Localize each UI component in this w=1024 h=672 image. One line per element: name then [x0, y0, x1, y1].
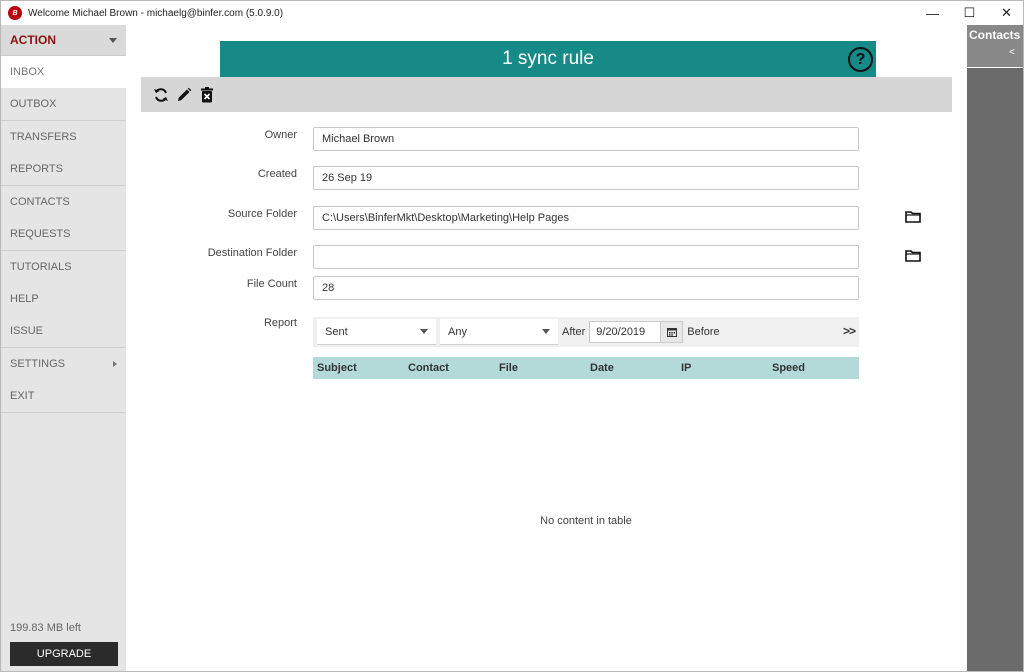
contacts-panel-title: Contacts — [969, 28, 1021, 42]
after-date-input[interactable]: 9/20/2019 — [589, 321, 684, 343]
chevron-right-icon — [113, 361, 117, 367]
sidebar: ACTION INBOX OUTBOX TRANSFERS REPORTS CO… — [1, 25, 126, 671]
owner-value: Michael Brown — [322, 133, 395, 145]
contacts-panel-header: Contacts < — [967, 25, 1023, 68]
file-count-label: File Count — [246, 278, 297, 290]
folder-icon[interactable] — [905, 210, 923, 224]
sidebar-item-settings[interactable]: SETTINGS — [1, 348, 126, 380]
after-date-value: 9/20/2019 — [596, 326, 646, 338]
storage-left-text: 199.83 MB left — [10, 622, 81, 634]
contacts-panel: Contacts < — [967, 25, 1023, 671]
main-content: 1 sync rule ? Owner Michael Brown Create… — [126, 25, 967, 671]
before-label: Before — [687, 326, 720, 338]
file-count-field[interactable]: 28 — [313, 276, 859, 300]
sidebar-item-tutorials[interactable]: TUTORIALS — [1, 251, 126, 283]
column-header-file[interactable]: File — [495, 362, 586, 374]
sidebar-item-issue[interactable]: ISSUE — [1, 315, 126, 347]
upgrade-button[interactable]: UPGRADE — [10, 642, 118, 666]
toolbar — [141, 77, 952, 112]
report-type-select[interactable]: Sent — [317, 319, 436, 345]
edit-icon[interactable] — [172, 85, 195, 105]
created-value: 26 Sep 19 — [322, 172, 373, 184]
column-header-ip[interactable]: IP — [677, 362, 768, 374]
sidebar-item-label: CONTACTS — [10, 196, 70, 208]
report-table-header: Subject Contact File Date IP Speed — [313, 357, 859, 379]
sidebar-item-requests[interactable]: REQUESTS — [1, 218, 126, 250]
destination-folder-field[interactable] — [313, 245, 859, 269]
binfer-app-icon: B — [8, 6, 22, 20]
sidebar-item-label: INBOX — [10, 66, 45, 78]
sidebar-item-outbox[interactable]: OUTBOX — [1, 88, 126, 120]
calendar-icon[interactable] — [660, 322, 683, 342]
help-icon[interactable]: ? — [848, 47, 873, 72]
delete-icon[interactable] — [195, 85, 218, 105]
report-label: Report — [263, 317, 297, 329]
sidebar-footer: 199.83 MB left UPGRADE — [1, 622, 126, 671]
report-filter-bar: Sent Any After 9/20/2019 Before >> — [313, 317, 859, 347]
report-type-value: Sent — [325, 325, 348, 338]
action-menu-label: ACTION — [10, 33, 56, 47]
sidebar-item-contacts[interactable]: CONTACTS — [1, 186, 126, 218]
title-bar: B Welcome Michael Brown - michaelg@binfe… — [1, 1, 1023, 25]
sidebar-item-reports[interactable]: REPORTS — [1, 153, 126, 185]
maximize-button[interactable]: ☐ — [951, 1, 988, 25]
minimize-button[interactable]: — — [914, 1, 951, 25]
sidebar-item-label: REPORTS — [10, 163, 63, 175]
owner-field[interactable]: Michael Brown — [313, 127, 859, 151]
source-folder-value: C:\Users\BinferMkt\Desktop\Marketing\Hel… — [322, 212, 569, 224]
source-folder-label: Source Folder — [227, 208, 297, 220]
column-header-date[interactable]: Date — [586, 362, 677, 374]
sidebar-item-label: TUTORIALS — [10, 261, 72, 273]
destination-folder-label: Destination Folder — [207, 247, 297, 259]
source-folder-field[interactable]: C:\Users\BinferMkt\Desktop\Marketing\Hel… — [313, 206, 859, 230]
window-controls: — ☐ ✕ — [914, 1, 1023, 25]
sidebar-item-label: HELP — [10, 293, 39, 305]
report-contact-value: Any — [448, 325, 467, 338]
collapse-panel-button[interactable]: < — [1009, 47, 1015, 58]
window-title: Welcome Michael Brown - michaelg@binfer.… — [28, 7, 284, 19]
file-count-value: 28 — [322, 282, 335, 294]
chevron-down-icon — [420, 329, 428, 334]
app-window: B Welcome Michael Brown - michaelg@binfe… — [0, 0, 1024, 672]
sidebar-item-label: EXIT — [10, 390, 35, 402]
sidebar-item-exit[interactable]: EXIT — [1, 380, 126, 412]
created-label: Created — [257, 168, 297, 180]
sync-icon[interactable] — [149, 85, 172, 105]
created-field[interactable]: 26 Sep 19 — [313, 166, 859, 190]
column-header-subject[interactable]: Subject — [313, 362, 404, 374]
after-label: After — [562, 326, 586, 338]
chevron-down-icon — [109, 37, 117, 43]
sync-rule-banner: 1 sync rule ? — [220, 41, 876, 77]
close-button[interactable]: ✕ — [988, 1, 1023, 25]
sidebar-item-inbox[interactable]: INBOX — [1, 56, 126, 88]
sidebar-divider — [1, 412, 126, 413]
column-header-speed[interactable]: Speed — [768, 362, 859, 374]
owner-label: Owner — [264, 129, 297, 141]
sidebar-item-help[interactable]: HELP — [1, 283, 126, 315]
sidebar-item-transfers[interactable]: TRANSFERS — [1, 121, 126, 153]
empty-table-message: No content in table — [540, 515, 632, 527]
chevron-down-icon — [542, 329, 550, 334]
sidebar-item-label: OUTBOX — [10, 98, 57, 110]
column-header-contact[interactable]: Contact — [404, 362, 495, 374]
report-contact-select[interactable]: Any — [440, 319, 558, 345]
page-title: 1 sync rule — [502, 48, 594, 69]
folder-icon[interactable] — [905, 249, 923, 263]
more-filters-button[interactable]: >> — [843, 324, 856, 338]
sidebar-item-label: TRANSFERS — [10, 131, 77, 143]
sidebar-item-label: ISSUE — [10, 325, 44, 337]
sidebar-item-label: REQUESTS — [10, 228, 71, 240]
sidebar-item-label: SETTINGS — [10, 358, 66, 370]
action-menu[interactable]: ACTION — [1, 25, 126, 56]
